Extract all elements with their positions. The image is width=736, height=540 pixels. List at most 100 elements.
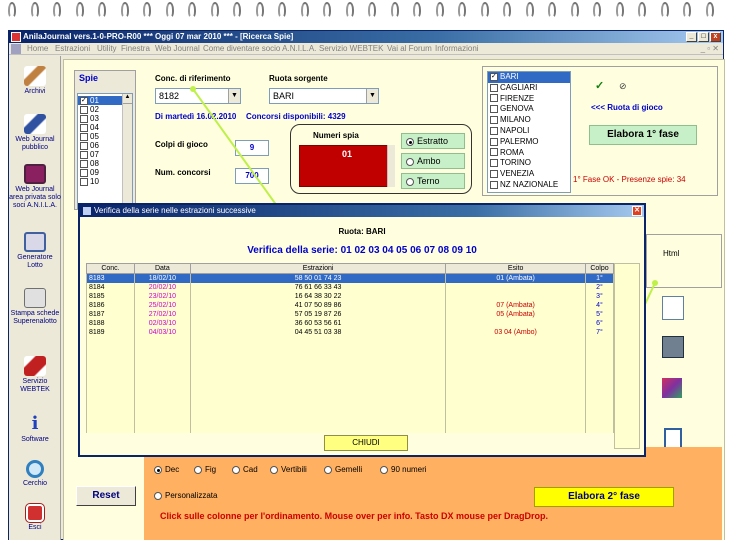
cell-esito: 01 (Ambata) (445, 273, 586, 283)
spiral-ring-icon (188, 2, 196, 18)
table-row[interactable]: 8188 02/03/10 36 60 53 56 61 6° (86, 319, 614, 328)
sort-option[interactable]: Vertibili (270, 465, 307, 474)
spiral-ring-icon (98, 2, 106, 18)
spiral-ring-icon (705, 2, 714, 18)
cell-data: 02/03/10 (133, 319, 191, 328)
cell-colpo: 4° (585, 301, 614, 310)
elabora-2-button[interactable]: Elabora 2° fase (534, 487, 674, 507)
cell-estr: 41 07 50 89 86 (189, 301, 447, 310)
spiral-ring-icon (278, 2, 286, 18)
cell-data: 23/02/10 (133, 292, 191, 301)
spiral-ring-icon (593, 2, 601, 18)
arrow-line (192, 88, 278, 207)
results-table: Conc. Data Estrazioni Esito Colpo 8183 18… (86, 263, 614, 433)
spiral-ring-icon (458, 2, 466, 18)
spiral-ring-icon (570, 2, 579, 18)
table-row[interactable]: 8186 25/02/10 41 07 50 89 86 07 (Ambata) 4° (86, 301, 614, 310)
sort-option[interactable]: 90 numeri (380, 465, 427, 474)
cell-esito (445, 319, 586, 328)
close-icon[interactable]: ✕ (632, 206, 642, 216)
spiral-ring-icon (255, 2, 264, 18)
cell-data: 04/03/10 (133, 328, 191, 337)
sort-option-label: Cad (243, 465, 258, 474)
chiudi-button[interactable]: CHIUDI (324, 435, 408, 451)
cell-conc: 8183 (86, 273, 135, 283)
radio-icon (232, 465, 240, 474)
cell-estr: 16 64 38 30 22 (189, 292, 447, 301)
cell-esito: 03 04 (Ambo) (445, 328, 586, 337)
table-row[interactable]: 8187 27/02/10 57 05 19 87 26 05 (Ambata) 5° (86, 310, 614, 319)
cell-estr: 04 45 51 03 38 (189, 328, 447, 337)
col-estrazioni[interactable]: Estrazioni (189, 263, 447, 274)
empty-cell (189, 337, 447, 433)
spiral-ring-icon (210, 2, 219, 18)
col-colpo[interactable]: Colpo (585, 263, 614, 274)
dialog-title: Verifica della serie nelle estrazioni su… (94, 206, 256, 215)
table-row[interactable]: 8185 23/02/10 16 64 38 30 22 3° (86, 292, 614, 301)
spiral-ring-icon (525, 2, 534, 18)
spiral-ring-icon (368, 2, 376, 18)
cell-colpo: 1° (585, 273, 614, 283)
sort-option-label: Dec (165, 465, 180, 474)
col-esito[interactable]: Esito (445, 263, 586, 274)
radio-icon (270, 465, 278, 474)
spiral-ring-icon (30, 2, 39, 18)
hint-text: Click sulle colonne per l'ordinamento. M… (160, 511, 549, 521)
spiral-ring-icon (638, 2, 646, 18)
radio-icon (194, 465, 202, 474)
cell-data: 25/02/10 (133, 301, 191, 310)
dialog-serie: Verifica della serie: 01 02 03 04 05 06 … (247, 245, 477, 256)
spiral-ring-icon (323, 2, 331, 18)
radio-icon (154, 491, 162, 500)
cell-estr: 76 61 66 33 43 (189, 283, 447, 292)
spiral-ring-icon (413, 2, 421, 18)
empty-cell (86, 337, 135, 433)
spiral-ring-icon (233, 2, 241, 18)
col-conc[interactable]: Conc. (86, 263, 135, 274)
spiral-ring-icon (120, 2, 129, 18)
spiral-ring-icon (75, 2, 84, 18)
empty-cell (585, 337, 614, 433)
table-row[interactable]: 8183 18/02/10 58 50 01 74 23 01 (Ambata) 1° (86, 273, 614, 283)
table-row[interactable]: 8184 20/02/10 76 61 66 33 43 2° (86, 283, 614, 292)
cell-data: 20/02/10 (133, 283, 191, 292)
dialog-title-bar: Verifica della serie nelle estrazioni su… (80, 205, 644, 217)
dialog-ruota: Ruota: BARI (338, 227, 386, 236)
cell-estr: 57 05 19 87 26 (189, 310, 447, 319)
spiral-ring-icon (345, 2, 354, 18)
table-row[interactable]: 8189 04/03/10 04 45 51 03 38 03 04 (Ambo) 7° (86, 328, 614, 337)
radio-icon (324, 465, 332, 474)
spiral-binding (0, 2, 736, 24)
arrow-dot (652, 280, 658, 286)
cell-esito (445, 283, 586, 292)
cell-colpo: 5° (585, 310, 614, 319)
table-empty-area (86, 337, 614, 433)
cell-estr: 58 50 01 74 23 (189, 273, 447, 283)
cell-esito (445, 292, 586, 301)
sort-option[interactable]: Fig (194, 465, 216, 474)
col-data[interactable]: Data (133, 263, 191, 274)
spiral-ring-icon (300, 2, 309, 18)
spiral-ring-icon (8, 2, 16, 18)
table-header-row: Conc. Data Estrazioni Esito Colpo (86, 263, 614, 274)
cell-conc: 8184 (86, 283, 135, 292)
radio-icon (380, 465, 388, 474)
sort-option[interactable]: Cad (232, 465, 258, 474)
cell-conc: 8188 (86, 319, 135, 328)
cell-colpo: 2° (585, 283, 614, 292)
cell-data: 27/02/10 (133, 310, 191, 319)
verifica-dialog: Verifica della serie nelle estrazioni su… (78, 203, 646, 457)
page: AnilaJournal vers.1-0-PRO-R00 *** Oggi 0… (0, 0, 736, 540)
sort-option-label: Fig (205, 465, 217, 474)
spiral-ring-icon (435, 2, 444, 18)
empty-cell (133, 337, 191, 433)
personalizzata-option[interactable]: Personalizzata (154, 491, 217, 500)
cell-esito: 07 (Ambata) (445, 301, 586, 310)
sort-option[interactable]: Gemelli (324, 465, 362, 474)
spiral-ring-icon (53, 2, 61, 18)
empty-cell (445, 337, 586, 433)
cell-conc: 8187 (86, 310, 135, 319)
sort-option[interactable]: Dec (154, 465, 179, 474)
spiral-ring-icon (390, 2, 399, 18)
radio-icon (154, 465, 162, 474)
